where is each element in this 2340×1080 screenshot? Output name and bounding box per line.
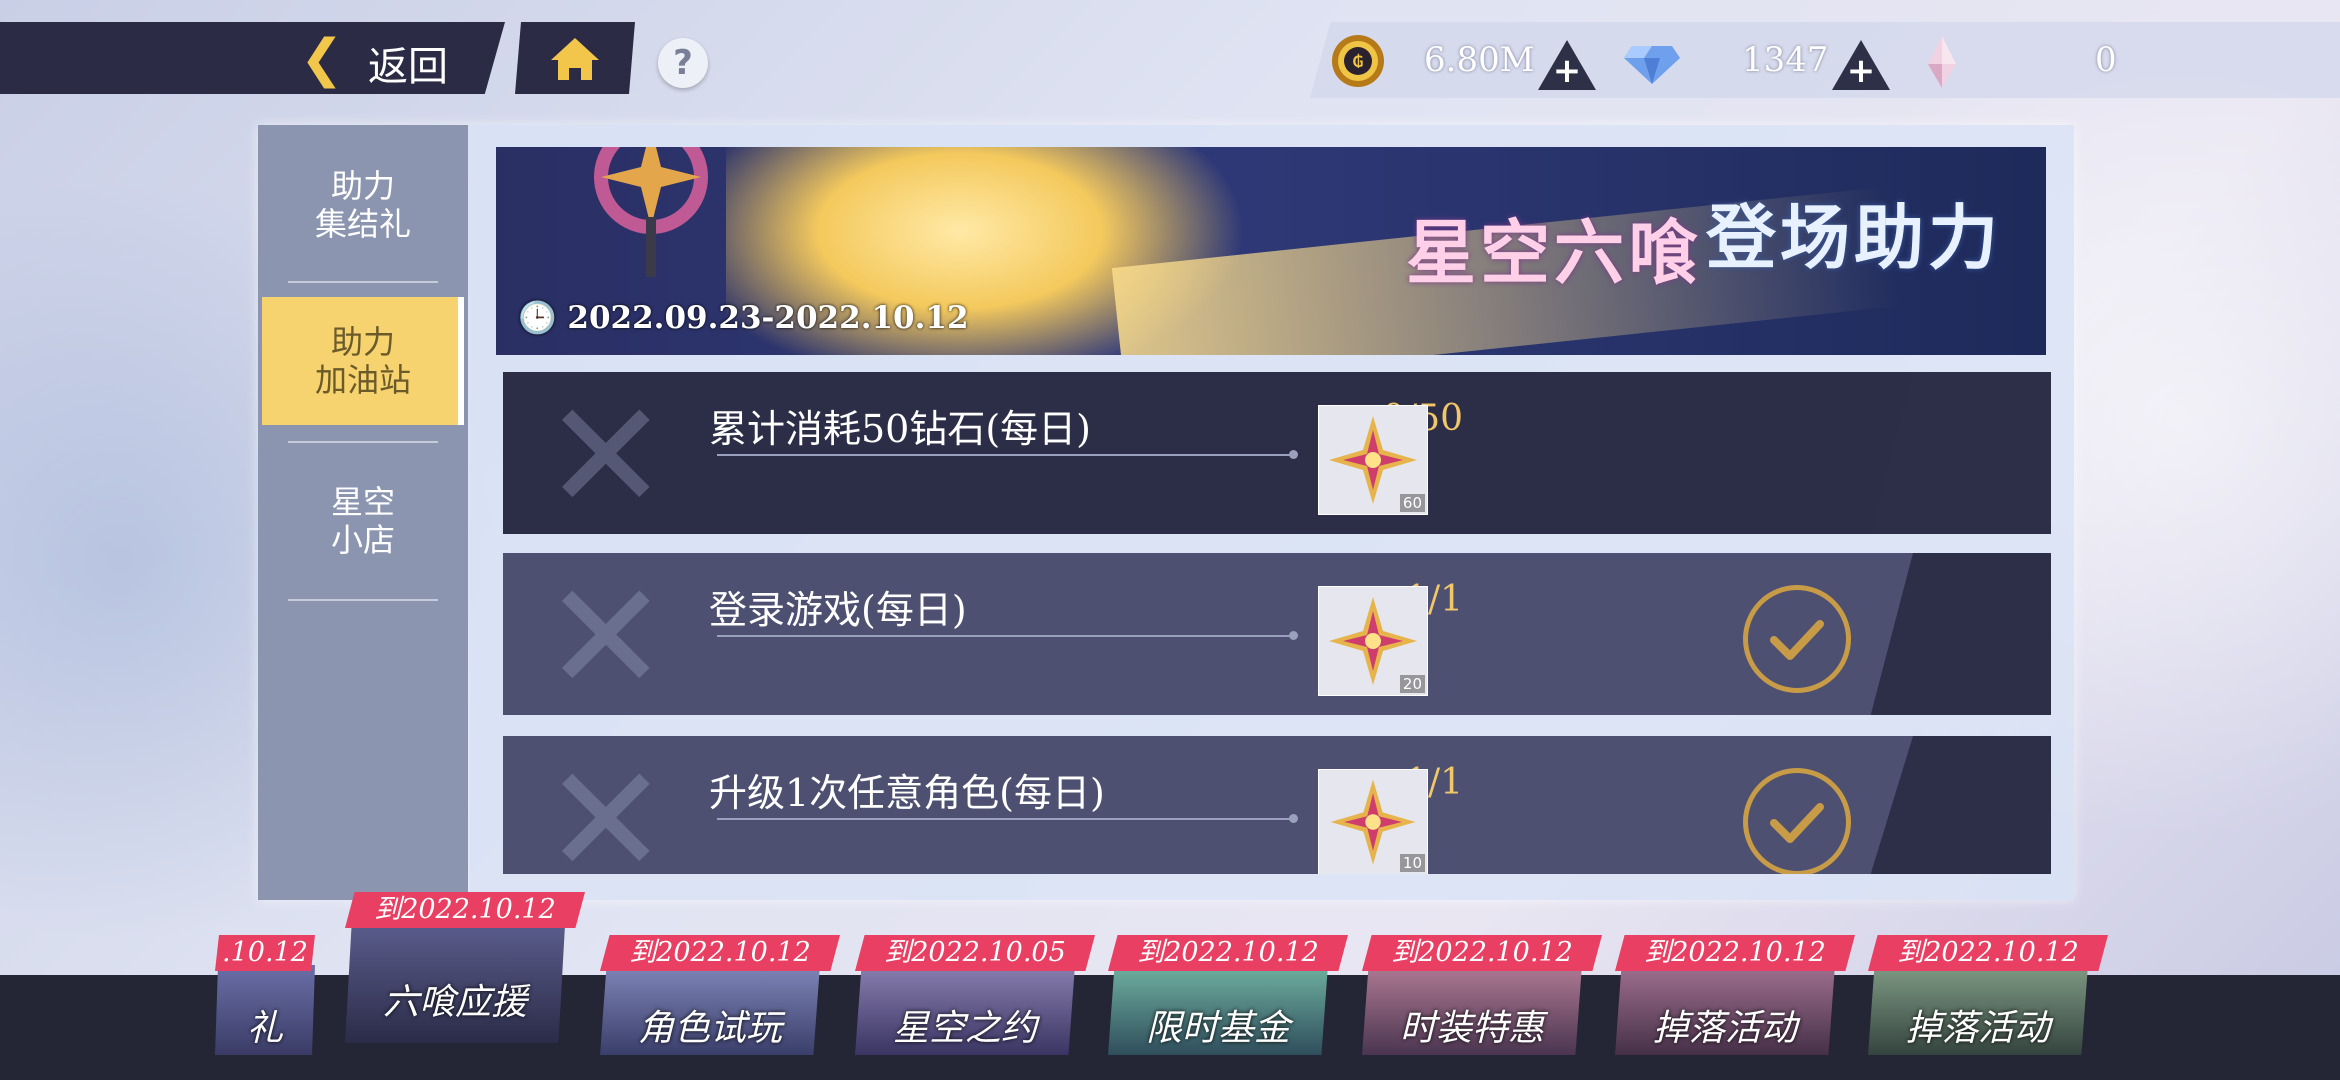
sidebar-item-star-shop[interactable]: 星空 小店 xyxy=(258,483,468,559)
gold-amount: 6.80M xyxy=(1424,40,1535,80)
task-name: 登录游戏(每日) xyxy=(709,588,967,632)
sidebar: 助力 集结礼 助力 加油站 星空 小店 xyxy=(258,125,468,900)
reward-count: 10 xyxy=(1399,854,1425,872)
tab-label: 六喰应援 xyxy=(382,982,527,1023)
banner-title-part2: 登场助力 xyxy=(1706,197,2002,279)
reward-item[interactable]: 10 xyxy=(1318,769,1428,874)
tab-drop-event[interactable]: 掉落活动 xyxy=(1615,965,1835,1055)
tab-label: 时装特惠 xyxy=(1399,1008,1544,1049)
tab-outfit-sale[interactable]: 时装特惠 xyxy=(1362,965,1582,1055)
event-date-range: 🕒 2022.09.23-2022.10.12 xyxy=(518,299,969,336)
sidebar-item-label: 星空 xyxy=(330,483,395,521)
tab-drop-event-2[interactable]: 掉落活动 xyxy=(1868,965,2088,1055)
tab-expiry-ribbon: 到2022.10.12 xyxy=(600,935,840,971)
task-divider xyxy=(717,454,1293,456)
tab-label: 限时基金 xyxy=(1145,1008,1290,1049)
event-banner: 星空六喰 登场助力 🕒 2022.09.23-2022.10.12 xyxy=(496,147,2046,355)
svg-text:₲: ₲ xyxy=(1352,52,1363,71)
reward-item[interactable]: 20 xyxy=(1318,586,1428,696)
sidebar-item-label: 助力 xyxy=(330,323,395,361)
task-row: ✕ 登录游戏(每日) 1/1 20 xyxy=(503,553,2051,715)
sidebar-item-rally-gift[interactable]: 助力 集结礼 xyxy=(258,167,468,243)
task-row: ✕ 升级1次任意角色(每日) 1/1 10 xyxy=(503,736,2051,874)
task-name: 升级1次任意角色(每日) xyxy=(709,771,1105,815)
back-label: 返回 xyxy=(368,44,448,90)
tab-label: 掉落活动 xyxy=(1905,1008,2050,1049)
tab-expiry-ribbon: 到2022.10.05 xyxy=(855,935,1095,971)
star-staff-icon xyxy=(594,147,708,277)
reward-count: 60 xyxy=(1399,494,1425,512)
task-divider-dot xyxy=(1289,450,1298,459)
chevron-left-icon: ❮ xyxy=(300,29,344,89)
crystal-icon xyxy=(1928,36,1956,88)
task-name: 累计消耗50钻石(每日) xyxy=(709,407,1092,451)
diamond-icon xyxy=(1624,46,1680,84)
tab-expiry-ribbon: 到2022.10.12 xyxy=(1362,935,1602,971)
completed-check-icon xyxy=(1743,585,1851,693)
date-range-text: 2022.09.23-2022.10.12 xyxy=(567,300,969,336)
sidebar-item-label: 集结礼 xyxy=(314,205,411,243)
diamond-amount: 1347 xyxy=(1742,40,1829,80)
tab-expiry-ribbon: 到2022.10.12 xyxy=(1868,935,2108,971)
reward-count: 20 xyxy=(1399,675,1425,693)
task-row: ✕ 累计消耗50钻石(每日) 0/50 60 xyxy=(503,372,2051,534)
tab-label: 角色试玩 xyxy=(637,1008,782,1049)
sidebar-divider xyxy=(288,441,438,443)
sidebar-item-label: 小店 xyxy=(330,521,395,559)
tab-label: 掉落活动 xyxy=(1652,1008,1797,1049)
tab-limited-fund[interactable]: 限时基金 xyxy=(1108,965,1328,1055)
task-divider-dot xyxy=(1289,631,1298,640)
home-icon xyxy=(551,38,599,80)
tab-liuyin-support[interactable]: 六喰应援 xyxy=(345,925,565,1043)
tab-label: 礼 xyxy=(246,1008,283,1049)
crossed-swords-deco-icon: ✕ xyxy=(543,372,669,534)
tab-expiry-ribbon: .10.12 xyxy=(215,935,315,971)
sidebar-divider xyxy=(288,599,438,601)
clock-icon: 🕒 xyxy=(518,300,557,336)
task-divider xyxy=(717,635,1293,637)
crossed-swords-deco-icon: ✕ xyxy=(543,736,669,874)
reward-item[interactable]: 60 xyxy=(1318,405,1428,515)
tab-expiry-ribbon: 到2022.10.12 xyxy=(1615,935,1855,971)
crystal-amount: 0 xyxy=(2095,40,2117,80)
crossed-swords-deco-icon: ✕ xyxy=(543,553,669,715)
tab-star-date[interactable]: 星空之约 xyxy=(855,965,1075,1055)
sidebar-item-boost-station[interactable]: 助力 加油站 xyxy=(258,323,468,399)
task-divider xyxy=(717,818,1293,820)
sidebar-item-label: 助力 xyxy=(330,167,395,205)
task-row-bg xyxy=(503,372,1913,534)
tab-character-trial[interactable]: 角色试玩 xyxy=(600,965,820,1055)
help-button[interactable]: ? xyxy=(658,38,708,88)
tab-expiry-ribbon: 到2022.10.12 xyxy=(1108,935,1348,971)
completed-check-icon xyxy=(1743,768,1851,874)
sidebar-item-label: 加油站 xyxy=(314,361,411,399)
gold-coin-icon: ₲ xyxy=(1332,35,1384,87)
tab-label: 星空之约 xyxy=(892,1008,1037,1049)
tab-expiry-ribbon: 到2022.10.12 xyxy=(345,892,585,928)
tab-event-partial[interactable]: 礼 xyxy=(215,965,315,1055)
sidebar-divider xyxy=(288,281,438,283)
banner-title-part1: 星空六喰 xyxy=(1406,212,1702,294)
task-divider-dot xyxy=(1289,814,1298,823)
task-row-bg xyxy=(503,553,1913,715)
home-button[interactable] xyxy=(515,22,635,94)
